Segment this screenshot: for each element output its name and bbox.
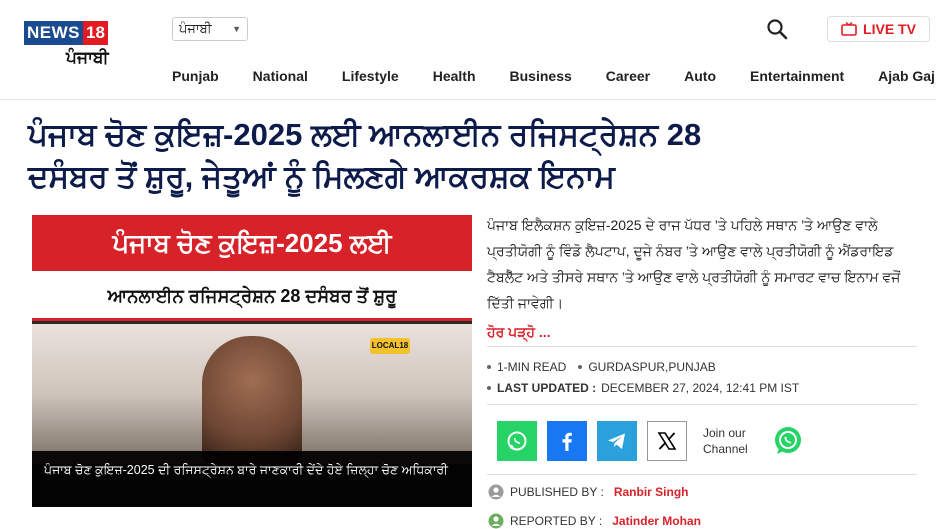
- join-line-2: Channel: [703, 442, 748, 456]
- article-summary: ਪੰਜਾਬ ਇਲੈਕਸ਼ਨ ਕੁਇਜ਼-2025 ਦੇ ਰਾਜ ਪੱਧਰ ’ਤੇ…: [487, 217, 901, 311]
- headline-line-1: ਪੰਜਾਬ ਚੋਣ ਕੁਇਜ਼-2025 ਲਈ ਆਨਲਾਈਨ ਰਜਿਸਟ੍ਰੇਸ…: [28, 117, 702, 152]
- main-nav: Punjab National Lifestyle Health Busines…: [172, 64, 936, 88]
- official-portrait: [202, 336, 302, 464]
- divider: [487, 404, 917, 405]
- bullet-icon: [487, 386, 491, 390]
- language-select[interactable]: ਪੰਜਾਬੀ ▼: [172, 17, 248, 41]
- publisher-name[interactable]: Ranbir Singh: [614, 485, 689, 499]
- hero-title-band: ਪੰਜਾਬ ਚੋਣ ਕੁਇਜ਼-2025 ਲਈ: [32, 215, 472, 271]
- meta-last-updated: LAST UPDATED : DECEMBER 27, 2024, 12:41 …: [487, 381, 799, 395]
- logo-news: NEWS: [24, 21, 83, 45]
- facebook-share-button[interactable]: [547, 421, 587, 461]
- nav-item-punjab[interactable]: Punjab: [172, 64, 219, 88]
- nav-item-national[interactable]: National: [253, 64, 308, 88]
- whatsapp-icon: [507, 431, 527, 451]
- headline-line-2: ਦਸੰਬਰ ਤੋਂ ਸ਼ੁਰੂ, ਜੇਤੂਆਂ ਨੂੰ ਮਿਲਣਗੇ ਆਕਰਸ਼…: [28, 159, 615, 194]
- article-location: GURDASPUR,PUNJAB: [588, 360, 716, 374]
- join-line-1: Join our: [703, 426, 746, 440]
- news18-punjabi-logo[interactable]: NEWS 18 ਪੰਜਾਬੀ: [24, 20, 122, 72]
- logo-subtitle: ਪੰਜਾਬੀ: [66, 48, 109, 67]
- nav-item-entertainment[interactable]: Entertainment: [750, 64, 844, 88]
- local18-badge: LOCAL18: [370, 338, 410, 354]
- nav-item-ajab-gajab[interactable]: Ajab Gaj: [878, 64, 935, 88]
- hero-photo: LOCAL18: [32, 324, 472, 464]
- telegram-share-button[interactable]: [597, 421, 637, 461]
- join-channel-text[interactable]: Join our Channel: [703, 425, 761, 457]
- hero-caption: ਪੰਜਾਬ ਚੋਣ ਕੁਇਜ਼-2025 ਦੀ ਰਜਿਸਟ੍ਰੇਸ਼ਨ ਬਾਰੇ…: [32, 451, 472, 507]
- x-share-button[interactable]: [647, 421, 687, 461]
- divider: [487, 474, 917, 475]
- live-tv-button[interactable]: LIVE TV: [827, 16, 930, 42]
- article-headline: ਪੰਜਾਬ ਚੋਣ ਕੁਇਜ਼-2025 ਲਈ ਆਨਲਾਈਨ ਰਜਿਸਟ੍ਰੇਸ…: [28, 114, 908, 198]
- nav-item-business[interactable]: Business: [510, 64, 572, 88]
- meta-read-location: 1-MIN READ GURDASPUR,PUNJAB: [487, 360, 716, 374]
- site-header: NEWS 18 ਪੰਜਾਬੀ ਪੰਜਾਬੀ ▼ LIVE TV Punjab N…: [0, 0, 936, 100]
- published-label: PUBLISHED BY :: [510, 485, 604, 499]
- bullet-icon: [578, 365, 583, 369]
- nav-item-health[interactable]: Health: [433, 64, 476, 88]
- whatsapp-icon[interactable]: [771, 424, 805, 458]
- reporter-icon: [488, 513, 504, 529]
- reported-by: REPORTED BY : Jatinder Mohan: [488, 513, 701, 529]
- tv-icon: [841, 22, 857, 36]
- x-icon: [657, 432, 677, 450]
- language-select-value: ਪੰਜਾਬੀ: [179, 21, 212, 36]
- telegram-icon: [608, 433, 625, 449]
- share-bar: Join our Channel: [497, 421, 805, 461]
- chevron-down-icon: ▼: [232, 24, 241, 34]
- last-updated-label: LAST UPDATED :: [497, 381, 597, 395]
- last-updated-value: DECEMBER 27, 2024, 12:41 PM IST: [601, 381, 800, 395]
- nav-item-lifestyle[interactable]: Lifestyle: [342, 64, 399, 88]
- whatsapp-share-button[interactable]: [497, 421, 537, 461]
- bullet-icon: [487, 365, 491, 369]
- divider: [487, 346, 917, 347]
- reported-label: REPORTED BY :: [510, 514, 603, 528]
- published-by: PUBLISHED BY : Ranbir Singh: [488, 484, 689, 500]
- logo-18: 18: [83, 21, 108, 45]
- search-icon[interactable]: [766, 18, 788, 40]
- hero-subtitle-band: ਆਨਲਾਈਨ ਰਜਿਸਟ੍ਰੇਸ਼ਨ 28 ਦਸੰਬਰ ਤੋਂ ਸ਼ੁਰੂ: [32, 271, 472, 321]
- read-time: 1-MIN READ: [497, 360, 567, 374]
- read-more-link[interactable]: ਹੋਰ ਪੜ੍ਹੋ ...: [487, 324, 551, 341]
- user-icon: [488, 484, 504, 500]
- facebook-icon: [562, 432, 572, 451]
- reporter-name[interactable]: Jatinder Mohan: [612, 514, 701, 528]
- nav-item-career[interactable]: Career: [606, 64, 650, 88]
- nav-item-auto[interactable]: Auto: [684, 64, 716, 88]
- hero-image[interactable]: ਪੰਜਾਬ ਚੋਣ ਕੁਇਜ਼-2025 ਲਈ ਆਨਲਾਈਨ ਰਜਿਸਟ੍ਰੇਸ…: [32, 215, 472, 507]
- live-tv-label: LIVE TV: [863, 21, 916, 37]
